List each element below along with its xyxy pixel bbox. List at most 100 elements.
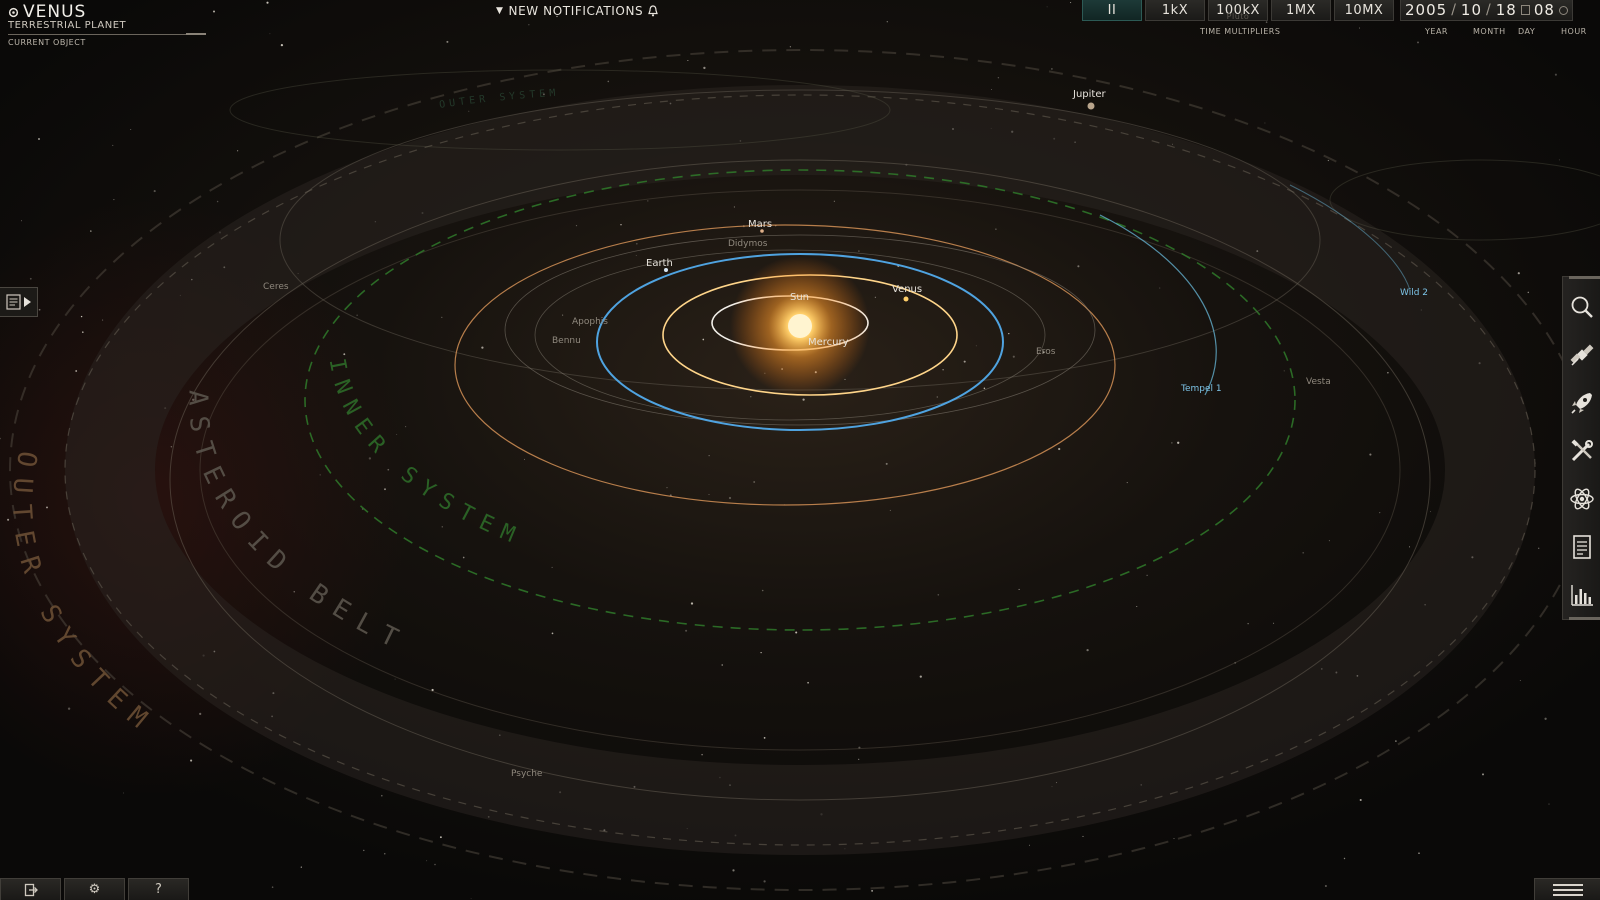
sun[interactable] — [788, 314, 812, 338]
side-panel-toggle[interactable] — [0, 287, 38, 317]
star — [363, 849, 365, 852]
star — [1519, 680, 1521, 681]
star — [441, 316, 443, 319]
panel-expand-icon — [5, 294, 31, 310]
star — [1136, 606, 1138, 607]
notifications-button[interactable]: ▼ NEW NOTIFICATIONS — [496, 4, 659, 18]
atom-button[interactable] — [1567, 477, 1597, 521]
star — [760, 651, 762, 654]
label-venus[interactable]: Venus — [892, 284, 922, 295]
help-button[interactable]: ? — [128, 878, 189, 900]
speed-100kx-button[interactable]: 100kX Pluto — [1208, 0, 1268, 21]
stats-button[interactable] — [1567, 573, 1597, 617]
label-psyche[interactable]: Psyche — [511, 769, 543, 779]
hamburger-menu-icon — [1552, 883, 1583, 886]
speed-10mx-button[interactable]: 10MX — [1334, 0, 1394, 21]
star — [90, 230, 92, 232]
label-mars[interactable]: Mars — [748, 219, 772, 230]
label-earth[interactable]: Earth — [646, 258, 673, 269]
planet-icon — [8, 7, 19, 17]
pause-icon: II — [1107, 2, 1117, 18]
star — [886, 21, 888, 23]
speed-1mx-button[interactable]: 1MX — [1271, 0, 1331, 21]
star — [936, 396, 938, 398]
time-multiplier-bar: II 1kX 100kX Pluto 1MX 10MX — [1082, 0, 1394, 21]
main-menu-button[interactable] — [1534, 878, 1600, 900]
star — [381, 794, 383, 797]
star — [38, 138, 40, 140]
star — [80, 315, 83, 318]
label-jupiter[interactable]: Jupiter — [1072, 89, 1106, 100]
label-apophis[interactable]: Apophis — [572, 317, 608, 327]
star — [441, 526, 443, 528]
calendar-icon — [1520, 5, 1530, 15]
hour-label: HOUR — [1561, 27, 1587, 36]
star — [919, 675, 922, 678]
star — [1544, 717, 1547, 720]
rocket-button[interactable] — [1567, 381, 1597, 425]
star — [394, 678, 396, 680]
star — [1012, 355, 1015, 358]
star — [1328, 540, 1330, 542]
star — [702, 338, 705, 341]
date-separator: / — [1451, 2, 1457, 18]
star — [38, 308, 41, 311]
star — [113, 199, 115, 201]
bar-chart-icon — [1570, 585, 1593, 606]
solar-system-map[interactable]: INNER SYSTEM ASTEROID BELT OUTER SYSTEM … — [0, 0, 1600, 900]
settings-button[interactable]: ⚙ — [64, 878, 125, 900]
star — [1482, 773, 1484, 776]
label-wild2[interactable]: Wild 2 — [1400, 288, 1428, 298]
star — [995, 228, 997, 230]
date-separator: / — [1486, 2, 1492, 18]
clock-icon — [1558, 5, 1568, 15]
document-button[interactable] — [1567, 525, 1597, 569]
star — [607, 80, 610, 83]
star — [170, 446, 173, 448]
label-mercury[interactable]: Mercury — [808, 337, 849, 348]
jupiter-marker[interactable] — [1087, 102, 1095, 110]
star — [384, 488, 386, 491]
star — [1369, 453, 1372, 456]
star — [1046, 6, 1048, 8]
date-readout[interactable]: 2005 / 10 / 18 08 — [1400, 0, 1573, 21]
label-vesta[interactable]: Vesta — [1306, 377, 1331, 387]
venus-marker[interactable] — [903, 296, 909, 302]
label-eros[interactable]: Eros — [1036, 347, 1056, 357]
star — [405, 426, 407, 428]
star — [236, 150, 239, 152]
ghost-label: Pluto — [1226, 12, 1250, 21]
current-object-title[interactable]: VENUS — [8, 2, 208, 22]
star — [1173, 838, 1175, 839]
chevron-down-icon: ▼ — [496, 6, 504, 16]
satellite-button[interactable] — [1567, 333, 1597, 377]
star — [1008, 332, 1010, 335]
label-sun[interactable]: Sun — [790, 292, 809, 303]
label-tempel1[interactable]: Tempel 1 — [1180, 384, 1222, 394]
label-ceres[interactable]: Ceres — [263, 282, 289, 292]
star — [1324, 884, 1327, 888]
star — [46, 506, 48, 509]
star — [123, 792, 124, 794]
exit-icon — [24, 883, 38, 896]
tools-button[interactable] — [1567, 429, 1597, 473]
star — [685, 629, 688, 632]
label-didymos[interactable]: Didymos — [728, 239, 768, 249]
star — [690, 602, 694, 605]
exit-button[interactable] — [0, 878, 61, 900]
star — [983, 387, 986, 390]
speed-1kx-button[interactable]: 1kX — [1145, 0, 1205, 21]
label-bennu[interactable]: Bennu — [552, 336, 581, 346]
month-label: MONTH — [1473, 27, 1506, 36]
star — [1379, 511, 1381, 514]
satellite-icon — [1570, 344, 1593, 366]
star — [562, 314, 564, 316]
current-object-name: VENUS — [23, 2, 87, 22]
star — [300, 866, 302, 868]
speed-10mx-label: 10MX — [1344, 2, 1384, 18]
pause-button[interactable]: II — [1082, 0, 1142, 21]
star — [874, 296, 876, 298]
star — [1082, 835, 1084, 837]
star — [753, 481, 756, 483]
search-button[interactable] — [1567, 285, 1597, 329]
